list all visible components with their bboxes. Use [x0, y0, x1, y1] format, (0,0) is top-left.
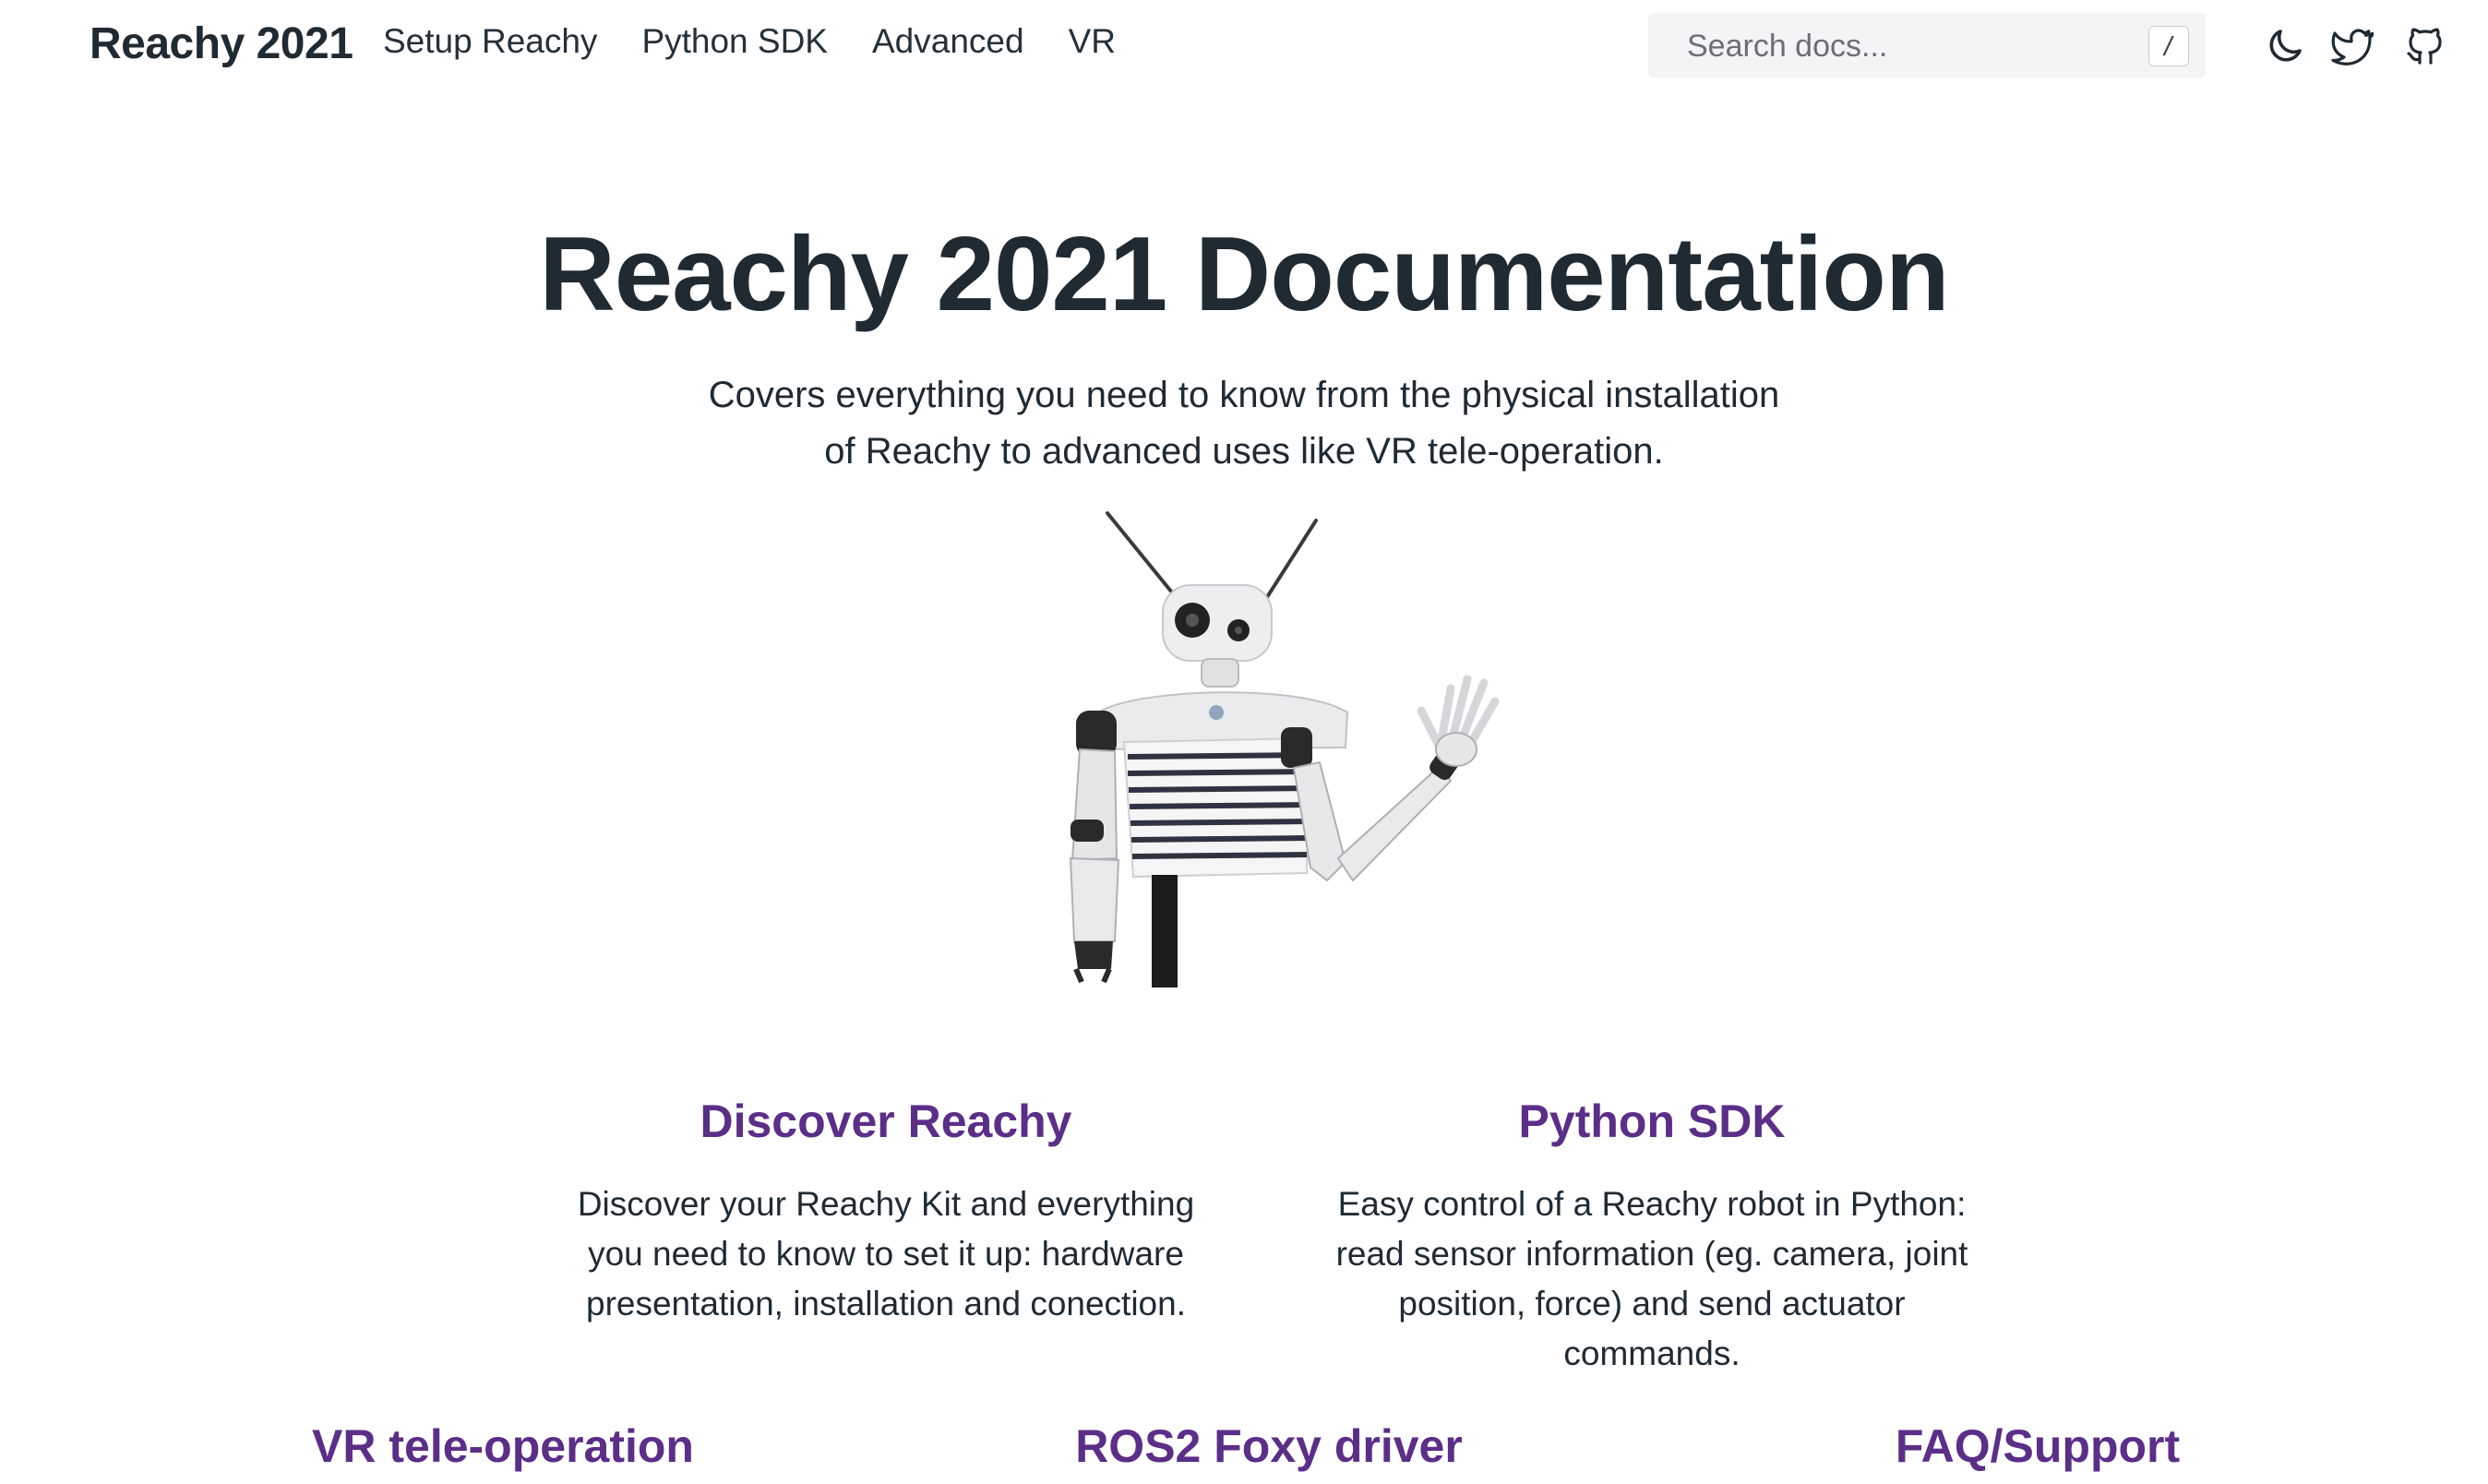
brand-logo-text[interactable]: Reachy 2021: [90, 18, 353, 69]
card-title-discover-reachy[interactable]: Discover Reachy: [623, 1095, 1149, 1148]
reachy-robot-image: [1069, 511, 1500, 987]
twitter-icon[interactable]: [2329, 24, 2374, 68]
main-nav: Setup Reachy Python SDK Advanced VR: [383, 22, 1116, 61]
top-navbar: Reachy 2021 Setup Reachy Python SDK Adva…: [0, 0, 2488, 92]
search-box[interactable]: /: [1648, 13, 2206, 79]
page-title: Reachy 2021 Documentation: [539, 216, 1949, 333]
card-title-ros2-foxy-driver[interactable]: ROS2 Foxy driver: [992, 1419, 1546, 1473]
search-input[interactable]: [1685, 13, 2132, 79]
card-title-python-sdk[interactable]: Python SDK: [1389, 1095, 1915, 1148]
nav-item-advanced[interactable]: Advanced: [872, 22, 1024, 61]
card-desc-python-sdk: Easy control of a Reachy robot in Python…: [1335, 1185, 1968, 1372]
page-subtitle: Covers everything you need to know from …: [708, 375, 1780, 472]
nav-item-python-sdk[interactable]: Python SDK: [641, 22, 828, 61]
github-icon[interactable]: [2403, 24, 2447, 68]
nav-item-vr[interactable]: VR: [1069, 22, 1116, 61]
card-title-faq-support[interactable]: FAQ/Support: [1761, 1419, 2315, 1473]
card-title-vr-teleoperation[interactable]: VR tele-operation: [226, 1419, 780, 1473]
nav-item-setup-reachy[interactable]: Setup Reachy: [383, 22, 597, 61]
search-shortcut-key: /: [2148, 26, 2189, 66]
moon-icon[interactable]: [2263, 24, 2307, 68]
card-desc-discover-reachy: Discover your Reachy Kit and everything …: [577, 1185, 1195, 1322]
